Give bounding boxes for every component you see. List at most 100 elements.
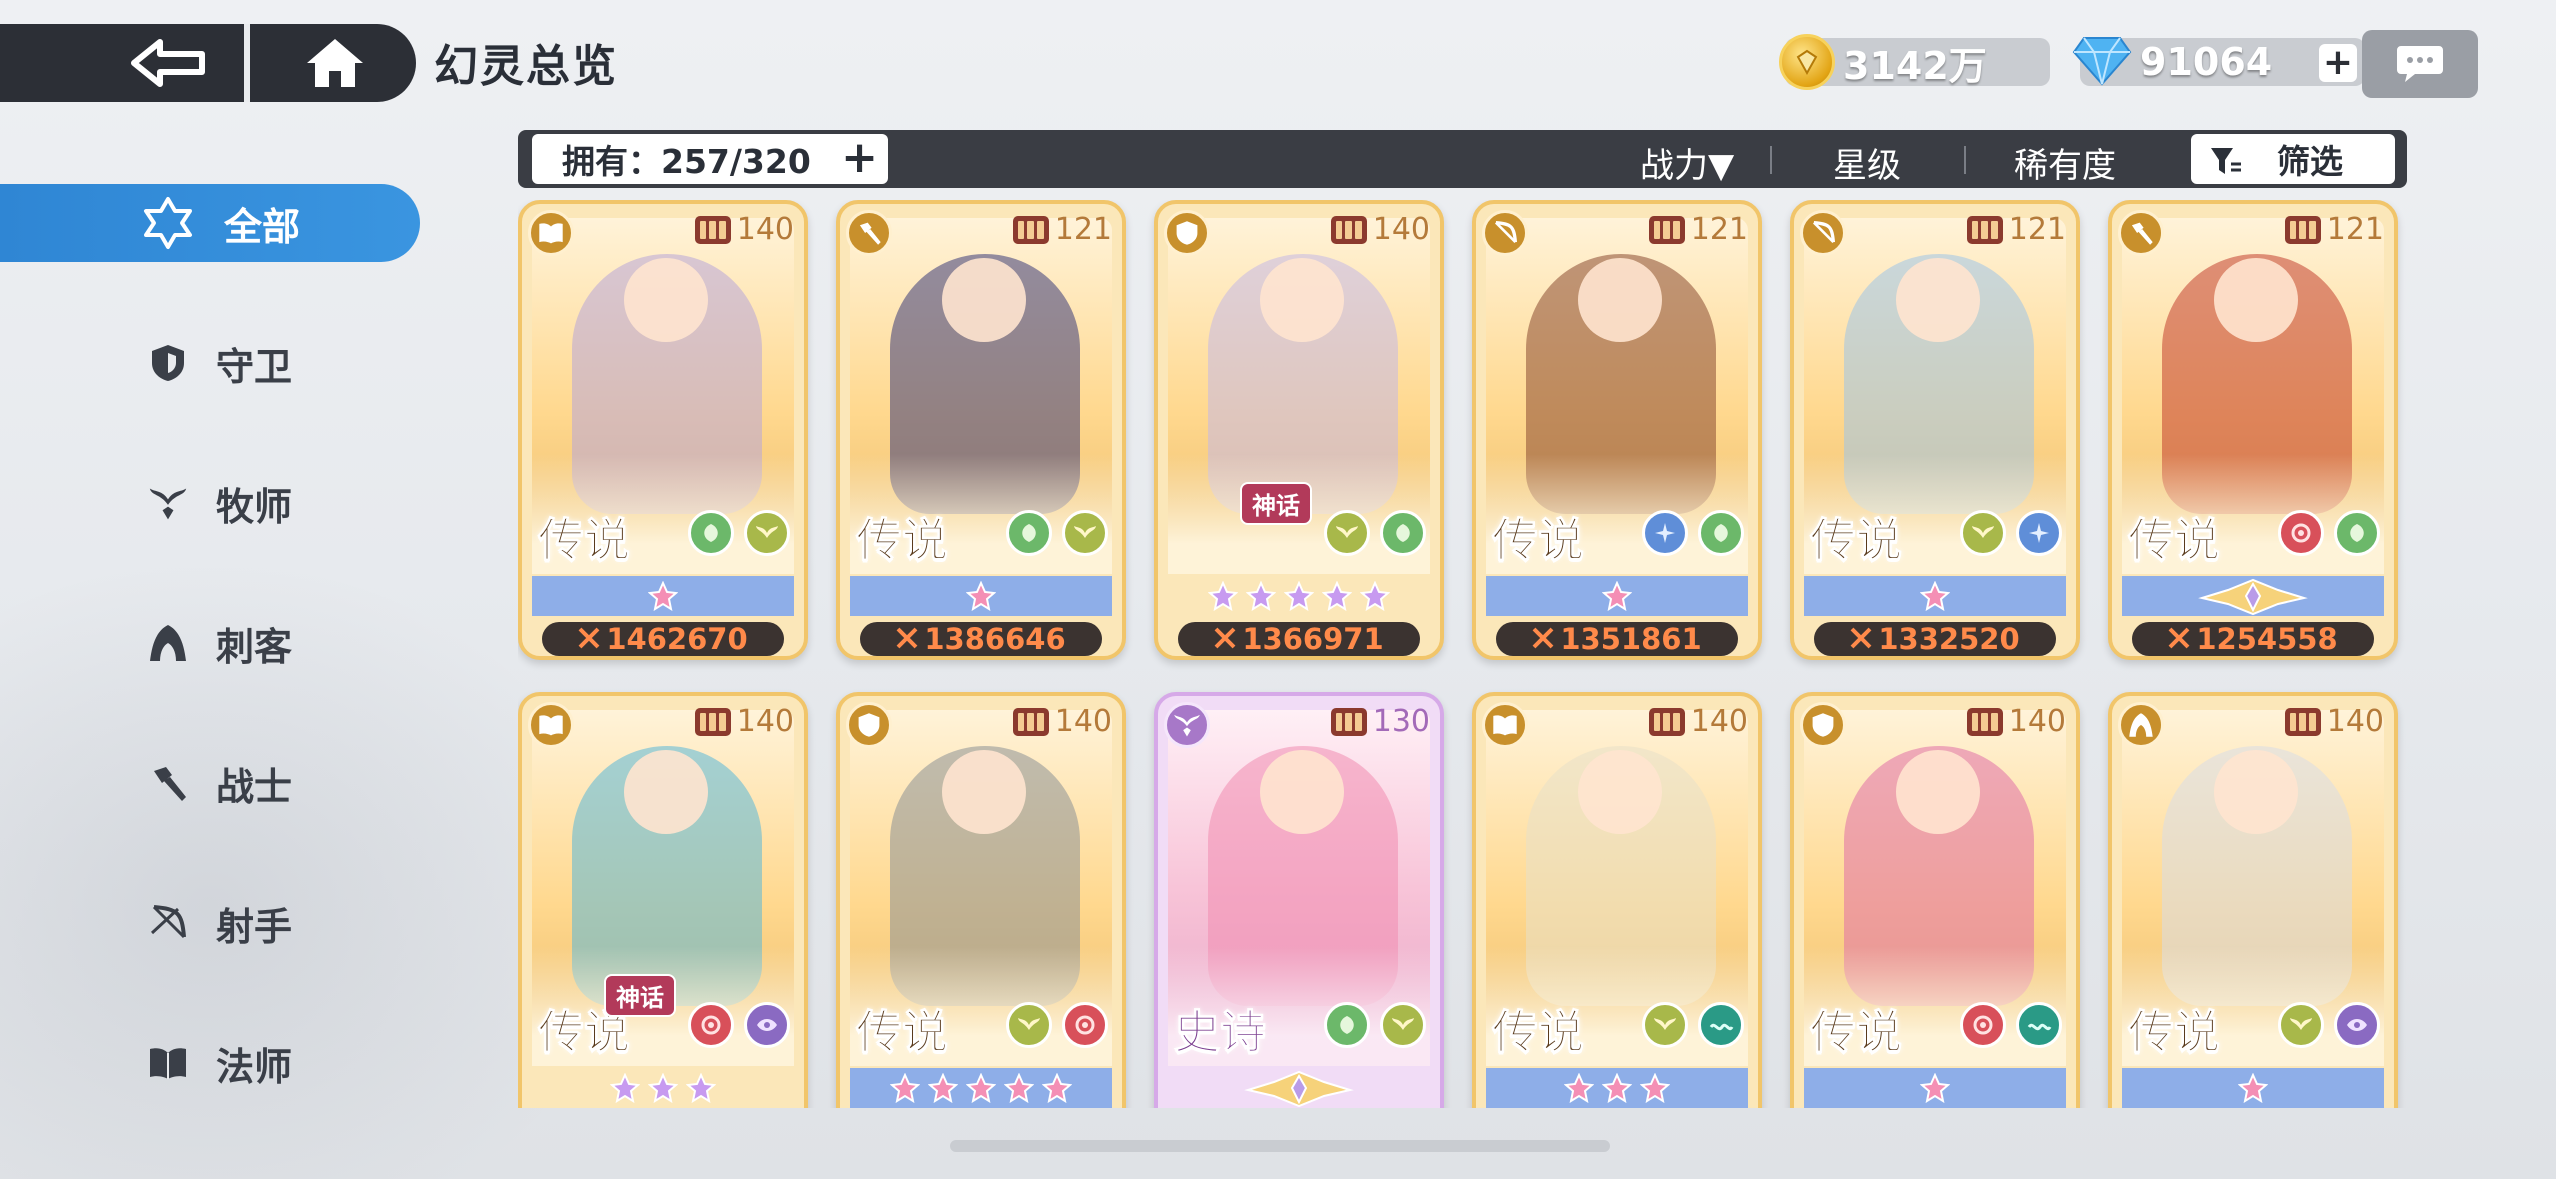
sort-star[interactable]: 星级 — [1833, 138, 1901, 187]
nav-divider — [244, 24, 250, 102]
sidebar-item-archer[interactable]: 射手 — [0, 884, 420, 962]
chat-button[interactable] — [2362, 30, 2478, 98]
star-icon — [1920, 1073, 1950, 1103]
wing-element-icon — [1642, 1002, 1688, 1048]
element-icons — [1642, 1002, 1744, 1048]
leaf-element-icon — [1006, 510, 1052, 556]
star-icon — [1042, 1073, 1072, 1103]
star-rank — [532, 1068, 794, 1108]
sort-rarity[interactable]: 稀有度 — [2014, 138, 2116, 187]
star-icon — [1246, 581, 1276, 611]
gem-currency[interactable]: 91064 + — [2072, 37, 2365, 86]
star-icon — [1602, 581, 1632, 611]
rarity-label: 传说 — [2128, 1005, 2221, 1060]
page-title: 幻灵总览 — [434, 41, 618, 92]
star-rank — [2122, 1068, 2384, 1108]
hero-card[interactable]: 140 传说 — [1472, 692, 1762, 1108]
hero-face — [1260, 258, 1344, 342]
sidebar-item-all[interactable]: 全部 — [0, 184, 420, 262]
element-icons — [1006, 510, 1108, 556]
sidebar-item-priest[interactable]: 牧师 — [0, 464, 420, 542]
element-icons — [2278, 510, 2380, 556]
hero-level: 140 — [694, 212, 794, 247]
level-icon — [1012, 215, 1049, 244]
hero-level: 140 — [1330, 212, 1430, 247]
combat-power: 1366971 — [1178, 622, 1420, 656]
scroll-indicator[interactable] — [950, 1140, 1610, 1152]
hero-card[interactable]: 140 传说 神话 — [518, 692, 808, 1108]
crown-rank-icon — [2198, 578, 2308, 616]
add-gem-button[interactable]: + — [2319, 44, 2357, 82]
home-button[interactable] — [280, 24, 390, 102]
level-icon — [1330, 215, 1367, 244]
star-icon — [1640, 1073, 1670, 1103]
star-rank — [850, 576, 1112, 616]
leaf-element-icon — [688, 510, 734, 556]
level-icon — [694, 215, 731, 244]
hero-card[interactable]: 140 传说 — [2108, 692, 2398, 1108]
hero-face — [1896, 750, 1980, 834]
star-rank — [1486, 576, 1748, 616]
hero-face — [624, 258, 708, 342]
star-icon — [2238, 1073, 2268, 1103]
hero-face — [1896, 258, 1980, 342]
sidebar-item-assassin[interactable]: 刺客 — [0, 604, 420, 682]
sidebar-item-warrior[interactable]: 战士 — [0, 744, 420, 822]
hero-card[interactable]: 140 传说 1462670 — [518, 200, 808, 660]
wings-icon — [1164, 702, 1210, 748]
bow-icon — [148, 903, 188, 943]
sidebar-item-mage[interactable]: 法师 — [0, 1024, 420, 1102]
star-icon — [1360, 581, 1390, 611]
owned-count[interactable]: 拥有：257/320 + — [532, 134, 888, 184]
hero-level: 140 — [1648, 704, 1748, 739]
gold-currency[interactable]: 3142万 — [1779, 34, 2050, 90]
book-icon — [1482, 702, 1528, 748]
hero-card[interactable]: 140 传说 — [836, 692, 1126, 1108]
owned-count-label: 拥有：257/320 — [562, 142, 811, 181]
leaf-element-icon — [1380, 510, 1426, 556]
hero-card[interactable]: 130 史诗 — [1154, 692, 1444, 1108]
star-icon — [1564, 1073, 1594, 1103]
level-value: 140 — [1054, 704, 1112, 739]
sidebar-item-guard[interactable]: 守卫 — [0, 324, 420, 402]
level-value: 140 — [2326, 704, 2384, 739]
star-rank — [1804, 576, 2066, 616]
hero-card[interactable]: 121 传说 1332520 — [1790, 200, 2080, 660]
hero-card[interactable]: 121 传说 1254558 — [2108, 200, 2398, 660]
power-value: 1332520 — [1878, 622, 2020, 656]
hero-card[interactable]: 140 传说 — [1790, 692, 2080, 1108]
hero-card[interactable]: 140 神话 1366971 — [1154, 200, 1444, 660]
level-value: 140 — [1372, 212, 1430, 247]
wing-element-icon — [1062, 510, 1108, 556]
level-value: 140 — [736, 704, 794, 739]
hero-face — [624, 750, 708, 834]
wave-element-icon — [2016, 1002, 2062, 1048]
star-icon — [928, 1073, 958, 1103]
star-icon — [966, 1073, 996, 1103]
hood-icon — [148, 623, 188, 663]
back-button[interactable] — [100, 24, 240, 102]
level-value: 140 — [2008, 704, 2066, 739]
element-icons — [688, 1002, 790, 1048]
leaf-element-icon — [1698, 510, 1744, 556]
bow-icon — [1482, 210, 1528, 256]
element-icons — [1960, 1002, 2062, 1048]
wing-element-icon — [1960, 510, 2006, 556]
wings-icon — [148, 483, 188, 523]
rarity-label: 传说 — [1810, 513, 1903, 568]
crossed-swords-icon — [896, 622, 918, 656]
mythic-badge: 神话 — [1240, 482, 1312, 525]
filter-bar: 拥有：257/320 + 战力▼ 星级 稀有度 筛选 — [518, 130, 2407, 188]
combat-power: 1254558 — [2132, 622, 2374, 656]
hero-face — [942, 258, 1026, 342]
hero-card[interactable]: 121 传说 1386646 — [836, 200, 1126, 660]
combat-power: 1332520 — [1814, 622, 2056, 656]
sidebar-item-label: 射手 — [216, 904, 293, 949]
star-icon — [610, 1073, 640, 1103]
expand-capacity-button[interactable]: + — [841, 136, 878, 180]
element-icons — [1006, 1002, 1108, 1048]
sidebar-item-label: 刺客 — [216, 624, 293, 669]
filter-button[interactable]: 筛选 — [2191, 134, 2395, 184]
hero-card[interactable]: 121 传说 1351861 — [1472, 200, 1762, 660]
sort-power[interactable]: 战力▼ — [1640, 138, 1734, 187]
